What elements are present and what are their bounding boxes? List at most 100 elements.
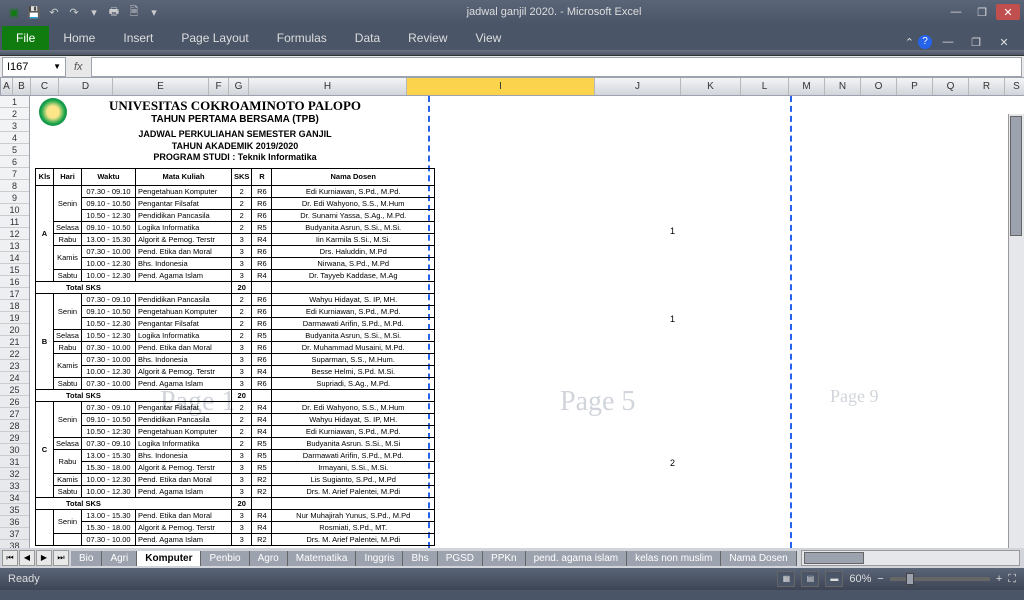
row-header-8[interactable]: 8: [0, 180, 29, 192]
row-header-17[interactable]: 17: [0, 288, 29, 300]
zoom-slider[interactable]: [890, 577, 990, 581]
zoom-level[interactable]: 60%: [849, 573, 871, 585]
row-header-18[interactable]: 18: [0, 300, 29, 312]
fullscreen-icon[interactable]: ⛶: [1008, 573, 1016, 586]
vertical-scrollbar-thumb[interactable]: [1010, 116, 1022, 236]
save-icon[interactable]: 💾: [26, 4, 42, 20]
column-header-E[interactable]: E: [113, 78, 209, 95]
formula-input[interactable]: [91, 57, 1022, 77]
minimize-button[interactable]: —: [944, 4, 968, 20]
sheet-tab-pgsd[interactable]: PGSD: [438, 551, 483, 566]
sheet-tab-bio[interactable]: Bio: [71, 551, 102, 566]
doc-close-button[interactable]: ✕: [992, 34, 1016, 50]
view-pagebreak-button[interactable]: ▬: [825, 571, 843, 587]
column-header-O[interactable]: O: [861, 78, 897, 95]
tab-home[interactable]: Home: [49, 26, 109, 50]
column-header-D[interactable]: D: [59, 78, 113, 95]
row-header-2[interactable]: 2: [0, 108, 29, 120]
row-header-26[interactable]: 26: [0, 396, 29, 408]
column-header-J[interactable]: J: [595, 78, 681, 95]
row-header-33[interactable]: 33: [0, 480, 29, 492]
row-header-22[interactable]: 22: [0, 348, 29, 360]
name-box-dropdown-icon[interactable]: ▼: [53, 62, 61, 71]
row-header-27[interactable]: 27: [0, 408, 29, 420]
sheet-tab-kelas-non-muslim[interactable]: kelas non muslim: [627, 551, 721, 566]
row-header-32[interactable]: 32: [0, 468, 29, 480]
row-header-31[interactable]: 31: [0, 456, 29, 468]
column-header-C[interactable]: C: [31, 78, 59, 95]
grid[interactable]: Page 1 Page 5 Page 9 112 UNIVESITAS COKR…: [30, 96, 1024, 548]
redo-icon[interactable]: ↷: [66, 4, 82, 20]
row-header-3[interactable]: 3: [0, 120, 29, 132]
qat-more-icon[interactable]: ▾: [86, 4, 102, 20]
row-header-6[interactable]: 6: [0, 156, 29, 168]
tab-insert[interactable]: Insert: [109, 26, 167, 50]
column-header-S[interactable]: S: [1005, 78, 1024, 95]
row-header-30[interactable]: 30: [0, 444, 29, 456]
row-header-5[interactable]: 5: [0, 144, 29, 156]
sheet-tab-nama-dosen[interactable]: Nama Dosen: [721, 551, 796, 566]
row-header-13[interactable]: 13: [0, 240, 29, 252]
row-header-35[interactable]: 35: [0, 504, 29, 516]
sheet-nav-next-icon[interactable]: ▶: [36, 550, 52, 566]
horizontal-scrollbar[interactable]: [801, 550, 1020, 566]
view-layout-button[interactable]: ▤: [801, 571, 819, 587]
undo-icon[interactable]: ↶: [46, 4, 62, 20]
zoom-in-button[interactable]: +: [996, 573, 1002, 585]
qat-dropdown-icon[interactable]: ▾: [146, 4, 162, 20]
row-header-24[interactable]: 24: [0, 372, 29, 384]
row-header-37[interactable]: 37: [0, 528, 29, 540]
zoom-slider-thumb[interactable]: [906, 573, 914, 585]
sheet-nav-last-icon[interactable]: ⏭: [53, 550, 69, 566]
row-header-12[interactable]: 12: [0, 228, 29, 240]
tab-review[interactable]: Review: [394, 26, 461, 50]
zoom-out-button[interactable]: −: [877, 573, 883, 585]
column-header-K[interactable]: K: [681, 78, 741, 95]
column-header-N[interactable]: N: [825, 78, 861, 95]
horizontal-scrollbar-thumb[interactable]: [804, 552, 864, 564]
sheet-tab-komputer[interactable]: Komputer: [137, 551, 201, 566]
tab-file[interactable]: File: [2, 26, 49, 50]
column-header-R[interactable]: R: [969, 78, 1005, 95]
column-header-M[interactable]: M: [789, 78, 825, 95]
column-header-A[interactable]: A: [1, 78, 13, 95]
column-header-F[interactable]: F: [209, 78, 229, 95]
row-header-28[interactable]: 28: [0, 420, 29, 432]
row-header-19[interactable]: 19: [0, 312, 29, 324]
help-icon[interactable]: ?: [918, 35, 932, 49]
tab-formulas[interactable]: Formulas: [263, 26, 341, 50]
fx-label[interactable]: fx: [66, 61, 91, 73]
sheet-tab-agro[interactable]: Agro: [250, 551, 288, 566]
close-button[interactable]: ✕: [996, 4, 1020, 20]
tab-pagelayout[interactable]: Page Layout: [167, 26, 262, 50]
doc-minimize-button[interactable]: —: [936, 34, 960, 50]
sheet-tab-penbio[interactable]: Penbio: [201, 551, 249, 566]
tab-view[interactable]: View: [462, 26, 516, 50]
column-header-G[interactable]: G: [229, 78, 249, 95]
maximize-button[interactable]: ❐: [970, 4, 994, 20]
row-header-29[interactable]: 29: [0, 432, 29, 444]
row-header-1[interactable]: 1: [0, 96, 29, 108]
row-header-34[interactable]: 34: [0, 492, 29, 504]
tab-data[interactable]: Data: [341, 26, 394, 50]
view-normal-button[interactable]: ▦: [777, 571, 795, 587]
sheet-tab-pend.-agama-islam[interactable]: pend. agama islam: [526, 551, 628, 566]
row-header-15[interactable]: 15: [0, 264, 29, 276]
row-header-23[interactable]: 23: [0, 360, 29, 372]
sheet-tab-matematika[interactable]: Matematika: [288, 551, 357, 566]
row-header-36[interactable]: 36: [0, 516, 29, 528]
row-header-21[interactable]: 21: [0, 336, 29, 348]
row-header-7[interactable]: 7: [0, 168, 29, 180]
preview-icon[interactable]: 🗎: [126, 4, 142, 20]
print-icon[interactable]: 🖶: [106, 4, 122, 20]
name-box[interactable]: I167▼: [2, 57, 66, 77]
sheet-tab-bhs[interactable]: Bhs: [403, 551, 437, 566]
row-header-14[interactable]: 14: [0, 252, 29, 264]
vertical-scrollbar[interactable]: [1008, 114, 1024, 548]
row-header-10[interactable]: 10: [0, 204, 29, 216]
row-header-16[interactable]: 16: [0, 276, 29, 288]
column-header-P[interactable]: P: [897, 78, 933, 95]
column-header-B[interactable]: B: [13, 78, 31, 95]
column-header-L[interactable]: L: [741, 78, 789, 95]
sheet-tab-ppkn[interactable]: PPKn: [483, 551, 526, 566]
